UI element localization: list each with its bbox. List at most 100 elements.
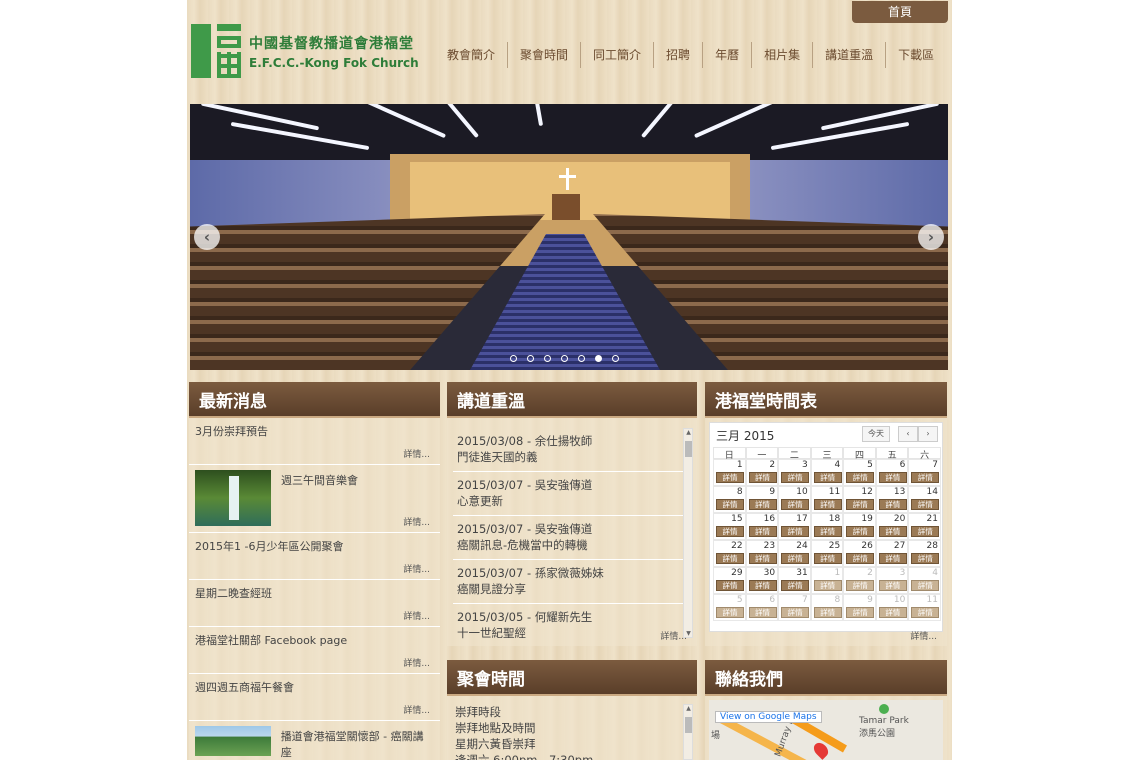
news-item-title[interactable]: 週三午間音樂會 xyxy=(281,472,358,488)
calendar-event[interactable]: 詳情 xyxy=(748,472,777,483)
calendar-day[interactable]: 11 詳情 xyxy=(810,486,844,513)
slider-dot[interactable] xyxy=(578,355,585,362)
calendar-event[interactable]: 詳情 xyxy=(911,499,940,510)
sermon-item[interactable]: 2015/03/07 - 吳安強傳道 癌關訊息-危機當中的轉機 xyxy=(453,516,685,560)
calendar-day[interactable]: 31 詳情 xyxy=(778,567,811,594)
news-item[interactable]: 港福堂社關部 Facebook page 詳情... xyxy=(189,627,440,674)
calendar-day[interactable]: 16 詳情 xyxy=(745,513,779,540)
calendar-today-button[interactable]: 今天 xyxy=(862,426,890,442)
calendar-day[interactable]: 28 詳情 xyxy=(908,540,941,567)
scroll-up-icon[interactable]: ▲ xyxy=(685,429,692,436)
news-item[interactable]: 週三午間音樂會詳情... xyxy=(189,465,440,533)
calendar-day[interactable]: 9 詳情 xyxy=(745,486,779,513)
calendar-event[interactable]: 詳情 xyxy=(781,553,810,564)
calendar-day[interactable]: 25 詳情 xyxy=(810,540,844,567)
slider-dot[interactable] xyxy=(561,355,568,362)
calendar-event[interactable]: 詳情 xyxy=(716,580,744,591)
calendar-event[interactable]: 詳情 xyxy=(878,526,907,537)
calendar-event[interactable]: 詳情 xyxy=(716,607,744,618)
nav-item-meetings[interactable]: 聚會時間 xyxy=(508,42,582,68)
news-item-title[interactable]: 週四週五商福午餐會 xyxy=(195,681,294,694)
calendar-day[interactable]: 6 詳情 xyxy=(875,459,909,486)
news-item-title[interactable]: 播道會港福堂關懷部 - 癌關講座 xyxy=(281,728,434,760)
calendar-event[interactable]: 詳情 xyxy=(813,553,842,564)
calendar-day[interactable]: 15 詳情 xyxy=(713,513,746,540)
calendar-event[interactable]: 詳情 xyxy=(748,580,777,591)
sermon-item[interactable]: 2015/03/08 - 余仕揚牧師 門徒進天國的義 xyxy=(453,428,685,472)
news-item-title[interactable]: 星期二晚查經班 xyxy=(195,587,272,600)
calendar-day[interactable]: 23 詳情 xyxy=(745,540,779,567)
calendar-day[interactable]: 29 詳情 xyxy=(713,567,746,594)
sermon-item[interactable]: 2015/03/07 - 孫家微薇姊妹 癌關見證分享 xyxy=(453,560,685,604)
calendar-day[interactable]: 24 詳情 xyxy=(778,540,811,567)
slider-dot[interactable] xyxy=(595,355,602,362)
calendar-event[interactable]: 詳情 xyxy=(781,580,810,591)
calendar-day[interactable]: 19 詳情 xyxy=(843,513,876,540)
calendar-event[interactable]: 詳情 xyxy=(716,553,744,564)
slider-dot[interactable] xyxy=(612,355,619,362)
news-item[interactable]: 2015年1 -6月少年區公開聚會 詳情... xyxy=(189,533,440,580)
calendar-event[interactable]: 詳情 xyxy=(716,472,744,483)
calendar-more-link[interactable]: 詳情... xyxy=(910,629,937,642)
slider-dot[interactable] xyxy=(544,355,551,362)
calendar-day[interactable]: 1 詳情 xyxy=(713,459,746,486)
calendar-day[interactable]: 5 詳情 xyxy=(843,459,876,486)
calendar-day[interactable]: 7 詳情 xyxy=(778,594,811,621)
calendar-day[interactable]: 17 詳情 xyxy=(778,513,811,540)
calendar-day[interactable]: 6 詳情 xyxy=(745,594,779,621)
calendar-event[interactable]: 詳情 xyxy=(911,526,940,537)
news-more-link[interactable]: 詳情... xyxy=(403,515,430,528)
calendar-event[interactable]: 詳情 xyxy=(813,472,842,483)
news-item[interactable]: 星期二晚查經班 詳情... xyxy=(189,580,440,627)
news-item[interactable]: 3月份崇拜預告 詳情... xyxy=(189,418,440,465)
nav-item-calendar[interactable]: 年曆 xyxy=(703,42,753,68)
scroll-thumb[interactable] xyxy=(685,717,692,733)
calendar-event[interactable]: 詳情 xyxy=(846,499,875,510)
sermon-item[interactable]: 2015/03/05 - 何耀新先生 十一世紀聖經 xyxy=(453,604,685,640)
slider-next-button[interactable]: › xyxy=(918,224,944,250)
calendar-day[interactable]: 8 詳情 xyxy=(713,486,746,513)
news-more-link[interactable]: 詳情... xyxy=(403,703,430,716)
calendar-event[interactable]: 詳情 xyxy=(781,472,810,483)
calendar-day[interactable]: 27 詳情 xyxy=(875,540,909,567)
slider-prev-button[interactable]: ‹ xyxy=(194,224,220,250)
news-more-link[interactable]: 詳情... xyxy=(403,656,430,669)
calendar-event[interactable]: 詳情 xyxy=(813,607,842,618)
calendar-event[interactable]: 詳情 xyxy=(878,607,907,618)
calendar-event[interactable]: 詳情 xyxy=(911,607,940,618)
calendar-day[interactable]: 7 詳情 xyxy=(908,459,941,486)
news-item-title[interactable]: 2015年1 -6月少年區公開聚會 xyxy=(195,540,343,553)
calendar-day[interactable]: 20 詳情 xyxy=(875,513,909,540)
news-item[interactable]: 播道會港福堂關懷部 - 癌關講座 xyxy=(189,721,440,760)
calendar-day[interactable]: 9 詳情 xyxy=(843,594,876,621)
calendar-day[interactable]: 26 詳情 xyxy=(843,540,876,567)
home-tab[interactable]: 首頁 xyxy=(852,1,948,23)
calendar-event[interactable]: 詳情 xyxy=(716,526,744,537)
scroll-thumb[interactable] xyxy=(685,441,692,457)
calendar-day[interactable]: 12 詳情 xyxy=(843,486,876,513)
sermon-scrollbar[interactable]: ▲ ▼ xyxy=(683,428,693,638)
calendar-event[interactable]: 詳情 xyxy=(748,526,777,537)
slider-dot[interactable] xyxy=(527,355,534,362)
calendar-event[interactable]: 詳情 xyxy=(748,553,777,564)
nav-item-staff[interactable]: 同工簡介 xyxy=(581,42,655,68)
calendar-event[interactable]: 詳情 xyxy=(846,607,875,618)
calendar-day[interactable]: 8 詳情 xyxy=(810,594,844,621)
calendar-day[interactable]: 18 詳情 xyxy=(810,513,844,540)
news-thumbnail[interactable] xyxy=(195,726,271,756)
calendar-day[interactable]: 13 詳情 xyxy=(875,486,909,513)
calendar-day[interactable]: 14 詳情 xyxy=(908,486,941,513)
news-item-title[interactable]: 港福堂社關部 Facebook page xyxy=(195,634,347,647)
calendar-event[interactable]: 詳情 xyxy=(748,607,777,618)
calendar-event[interactable]: 詳情 xyxy=(878,472,907,483)
calendar-day[interactable]: 30 詳情 xyxy=(745,567,779,594)
scroll-up-icon[interactable]: ▲ xyxy=(685,705,692,712)
calendar-day[interactable]: 5 詳情 xyxy=(713,594,746,621)
calendar-day[interactable]: 11 詳情 xyxy=(908,594,941,621)
calendar-event[interactable]: 詳情 xyxy=(846,580,875,591)
calendar-day[interactable]: 10 詳情 xyxy=(778,486,811,513)
calendar-event[interactable]: 詳情 xyxy=(781,499,810,510)
calendar-day[interactable]: 2 詳情 xyxy=(843,567,876,594)
calendar-event[interactable]: 詳情 xyxy=(716,499,744,510)
calendar-day[interactable]: 1 詳情 xyxy=(810,567,844,594)
